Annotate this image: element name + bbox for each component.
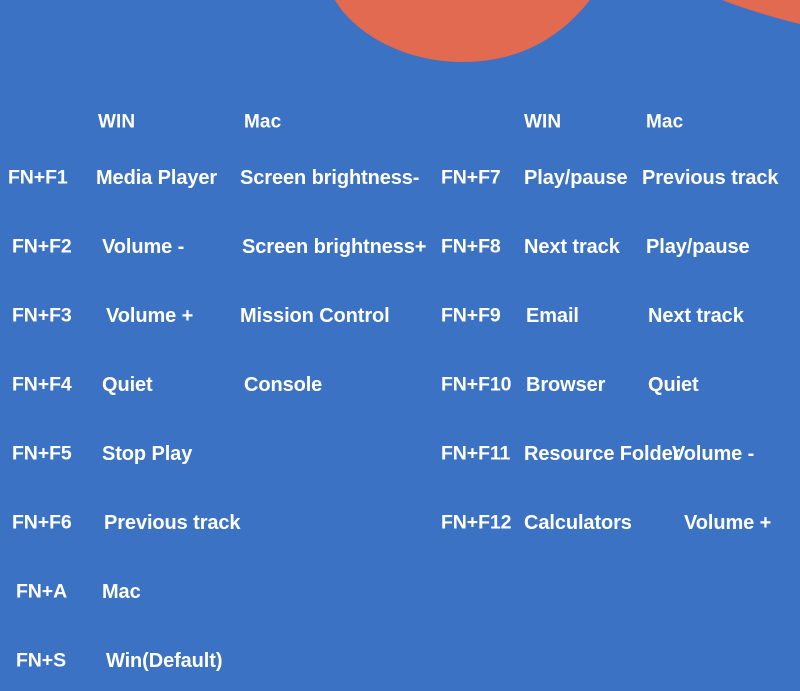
shortcut-action-win: Mac <box>102 580 141 603</box>
shortcut-key: FN+F11 <box>441 441 511 464</box>
shortcut-key: FN+F6 <box>12 510 72 533</box>
shortcut-action-mac: Screen brightness- <box>240 166 420 189</box>
shortcut-table-right: WIN Mac FN+F7 Play/pause Previous track … <box>432 100 800 557</box>
column-header-win: WIN <box>98 111 136 132</box>
shortcut-action-win: Volume + <box>106 304 194 327</box>
shortcut-action-mac: Volume + <box>684 511 772 534</box>
column-header-win: WIN <box>524 111 562 132</box>
table-row: FN+F2 Volume - Screen brightness+ <box>0 212 430 281</box>
table-row: FN+F12 Calculators Volume + <box>432 488 800 557</box>
shortcut-action-mac: Volume - <box>672 442 755 465</box>
shortcut-key: FN+S <box>16 648 66 671</box>
shortcut-key: FN+F12 <box>441 510 512 533</box>
shortcut-action-mac: Next track <box>648 304 744 327</box>
shortcut-key: FN+F4 <box>12 372 72 395</box>
shortcut-chart-page: WIN Mac FN+F1 Media Player Screen bright… <box>0 0 800 691</box>
shortcut-action-win: Win(Default) <box>106 649 223 672</box>
table-row: FN+F3 Volume + Mission Control <box>0 281 430 350</box>
shortcut-action-mac: Mission Control <box>240 304 390 327</box>
shortcut-action-win: Calculators <box>524 511 632 534</box>
table-row: FN+F8 Next track Play/pause <box>432 212 800 281</box>
table-row: FN+F10 Browser Quiet <box>432 350 800 419</box>
shortcut-action-win: Email <box>526 304 579 327</box>
shortcut-action-win: Media Player <box>96 166 218 189</box>
table-row: FN+F11 Resource Folder Volume - <box>432 419 800 488</box>
shortcut-action-win: Volume - <box>102 235 185 258</box>
shortcut-key: FN+F3 <box>12 303 72 326</box>
shortcut-table-left: WIN Mac FN+F1 Media Player Screen bright… <box>0 100 430 691</box>
shortcut-action-mac: Console <box>244 373 323 396</box>
table-row: FN+F7 Play/pause Previous track <box>432 143 800 212</box>
table-row: FN+F1 Media Player Screen brightness- <box>0 143 430 212</box>
table-row: FN+F4 Quiet Console <box>0 350 430 419</box>
shortcut-action-mac: Previous track <box>642 166 779 189</box>
shortcut-action-win: Resource Folder <box>524 442 681 465</box>
shortcut-action-win: Previous track <box>104 511 241 534</box>
shortcut-key: FN+A <box>16 579 68 602</box>
column-header-mac: Mac <box>244 111 282 132</box>
shortcut-action-mac: Play/pause <box>646 235 750 258</box>
table-row: FN+F9 Email Next track <box>432 281 800 350</box>
shortcut-action-win: Browser <box>526 373 606 396</box>
table-row: FN+F5 Stop Play <box>0 419 430 488</box>
shortcut-action-win: Stop Play <box>102 442 193 465</box>
shortcut-key: FN+F5 <box>12 441 72 464</box>
shortcut-action-win: Play/pause <box>524 166 628 189</box>
table-header-row: WIN Mac <box>0 100 430 143</box>
table-header-row: WIN Mac <box>432 100 800 143</box>
shortcut-key: FN+F7 <box>441 165 501 188</box>
shortcut-key: FN+F1 <box>8 165 68 188</box>
shortcut-action-mac: Quiet <box>648 373 699 396</box>
table-row: FN+S Win(Default) <box>0 626 430 691</box>
shortcut-key: FN+F2 <box>12 234 72 257</box>
shortcut-tables: WIN Mac FN+F1 Media Player Screen bright… <box>0 0 800 691</box>
shortcut-action-win: Quiet <box>102 373 153 396</box>
shortcut-key: FN+F9 <box>441 303 501 326</box>
column-header-mac: Mac <box>646 111 684 132</box>
shortcut-action-win: Next track <box>524 235 620 258</box>
shortcut-key: FN+F8 <box>441 234 501 257</box>
shortcut-key: FN+F10 <box>441 372 512 395</box>
shortcut-action-mac: Screen brightness+ <box>242 235 427 258</box>
table-row: FN+F6 Previous track <box>0 488 430 557</box>
table-row: FN+A Mac <box>0 557 430 626</box>
